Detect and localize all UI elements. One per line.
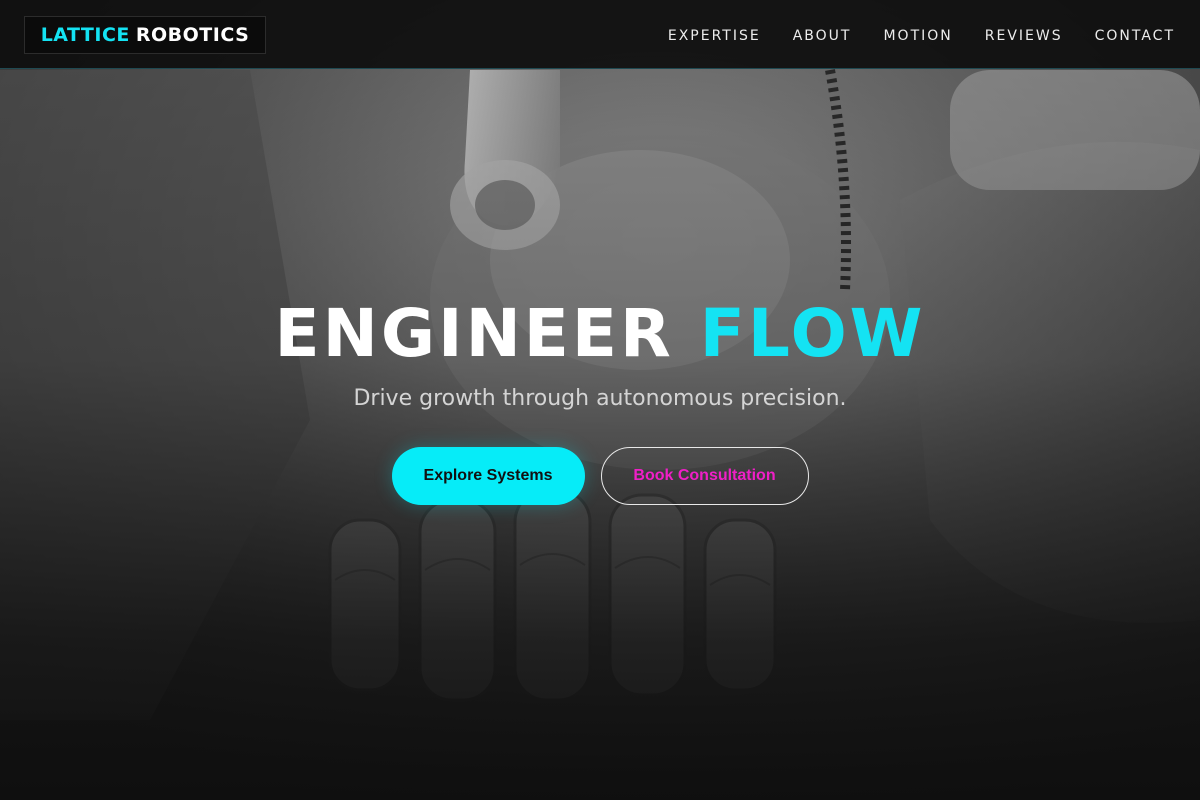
hero-title-main: ENGINEER <box>274 295 674 372</box>
nav-link-expertise[interactable]: EXPERTISE <box>668 28 761 44</box>
nav-link-contact[interactable]: CONTACT <box>1095 28 1175 44</box>
landing-page: LATTICE ROBOTICS EXPERTISE ABOUT MOTION … <box>0 0 1200 800</box>
hero-title-accent: FLOW <box>699 295 926 372</box>
brand-logo-main: ROBOTICS <box>135 24 250 46</box>
nav-item-motion: MOTION <box>883 25 952 44</box>
brand-logo-accent: LATTICE <box>40 24 130 46</box>
explore-systems-button[interactable]: Explore Systems <box>391 447 585 505</box>
nav-link-reviews[interactable]: REVIEWS <box>985 28 1063 44</box>
navbar: LATTICE ROBOTICS EXPERTISE ABOUT MOTION … <box>0 0 1200 69</box>
nav-item-expertise: EXPERTISE <box>668 25 761 44</box>
hero-subtitle: Drive growth through autonomous precisio… <box>353 386 847 411</box>
nav-item-about: ABOUT <box>793 25 852 44</box>
hero-title: ENGINEER FLOW <box>0 294 1200 374</box>
nav-link-about[interactable]: ABOUT <box>793 28 852 44</box>
nav-menu: EXPERTISE ABOUT MOTION REVIEWS CONTACT <box>668 0 1175 69</box>
nav-item-reviews: REVIEWS <box>985 25 1063 44</box>
brand-logo[interactable]: LATTICE ROBOTICS <box>24 16 266 54</box>
nav-item-contact: CONTACT <box>1095 25 1175 44</box>
nav-link-motion[interactable]: MOTION <box>883 28 952 44</box>
hero-cta-group: Explore Systems Book Consultation <box>0 447 1200 505</box>
book-consultation-button[interactable]: Book Consultation <box>600 447 809 505</box>
